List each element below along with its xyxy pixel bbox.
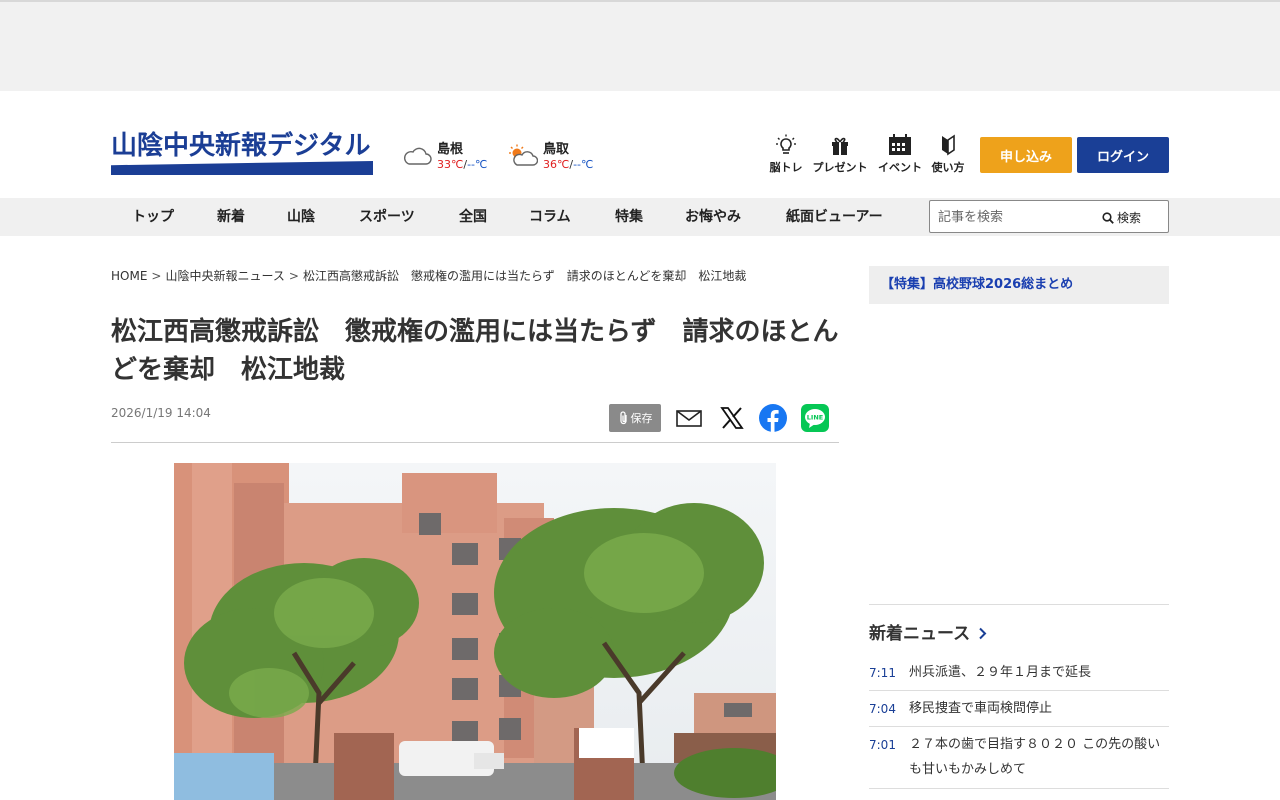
news-divider: [869, 690, 1169, 691]
sidebar-divider: [869, 604, 1169, 605]
news-time: 7:01: [869, 738, 896, 752]
article-date: 2026/1/19 14:04: [111, 406, 211, 420]
paperclip-icon: [619, 411, 627, 425]
latest-news-title: 新着ニュース: [869, 624, 971, 644]
ad-banner-area: [0, 0, 1280, 91]
nav-item-national[interactable]: 全国: [459, 198, 487, 236]
usage-link[interactable]: 使い方: [918, 134, 978, 178]
present-link[interactable]: プレゼント: [810, 134, 870, 178]
logo-text: 山陰中央新報デジタル: [111, 131, 371, 161]
x-icon[interactable]: [718, 404, 746, 432]
news-time: 7:04: [869, 702, 896, 716]
lightbulb-icon: [776, 134, 796, 154]
nav-item-viewer[interactable]: 紙面ビューアー: [786, 198, 883, 236]
breadcrumb-home[interactable]: HOME: [111, 269, 147, 283]
feature-link[interactable]: 【特集】高校野球2026総まとめ: [881, 266, 1073, 304]
weather-tottori[interactable]: 鳥取 36℃/--℃: [508, 138, 608, 178]
save-label: 保存: [630, 412, 653, 425]
nav-item-column[interactable]: コラム: [529, 198, 571, 236]
search-box: 検索: [929, 200, 1169, 233]
site-logo[interactable]: 山陰中央新報デジタル: [111, 131, 373, 177]
usage-label: 使い方: [931, 161, 965, 174]
chevron-right-icon: [979, 627, 987, 640]
news-headline[interactable]: 移民捜査で車両検問停止: [909, 696, 1167, 721]
weather-temps: 33℃/--℃: [437, 158, 488, 171]
nav-item-obituary[interactable]: お悔やみ: [685, 198, 741, 236]
logo-underline: [111, 161, 373, 175]
nav-item-new[interactable]: 新着: [217, 198, 245, 236]
beginner-mark-icon: [942, 134, 955, 156]
nou-tore-link[interactable]: 脳トレ: [756, 134, 816, 178]
present-label: プレゼント: [812, 161, 868, 174]
line-icon-label: LINE: [807, 414, 823, 422]
facebook-icon[interactable]: [759, 404, 787, 432]
nav-item-feature[interactable]: 特集: [615, 198, 643, 236]
news-divider: [869, 726, 1169, 727]
school-building-photo: [174, 463, 776, 800]
news-divider: [869, 788, 1169, 789]
weather-city: 島根: [437, 142, 464, 157]
feature-banner[interactable]: 【特集】高校野球2026総まとめ: [869, 266, 1169, 304]
breadcrumb-current: 松江西高懲戒訴訟 懲戒権の濫用には当たらず 請求のほとんどを棄却 松江地裁: [302, 269, 747, 283]
search-button[interactable]: 検索: [1102, 205, 1164, 229]
breadcrumb-separator: >: [288, 269, 299, 283]
weather-temps: 36℃/--℃: [543, 158, 594, 171]
weather-shimane[interactable]: 島根 33℃/--℃: [402, 138, 502, 178]
title-divider: [111, 442, 839, 443]
search-input[interactable]: [938, 206, 1098, 228]
gift-icon: [832, 137, 848, 155]
breadcrumb: HOME > 山陰中央新報ニュース > 松江西高懲戒訴訟 懲戒権の濫用には当たらず 請求…: [111, 267, 746, 284]
news-headline[interactable]: 州兵派遣、２９年１月まで延長: [909, 660, 1167, 685]
news-time: 7:11: [869, 666, 896, 680]
login-button[interactable]: ログイン: [1077, 137, 1169, 173]
sun-cloud-icon: [509, 144, 538, 166]
nav-item-top[interactable]: トップ: [132, 198, 174, 236]
save-button[interactable]: 保存: [609, 404, 661, 432]
news-headline[interactable]: ２７本の歯で目指す８０２０ この先の酸いも甘いもかみしめて: [909, 732, 1167, 782]
mail-icon[interactable]: [675, 404, 703, 432]
calendar-icon: [889, 134, 911, 155]
cloudy-icon: [403, 147, 432, 165]
nou-tore-label: 脳トレ: [769, 161, 803, 174]
apply-button[interactable]: 申し込み: [980, 137, 1072, 173]
breadcrumb-separator: >: [151, 269, 162, 283]
weather-city: 鳥取: [543, 142, 570, 157]
search-button-label: 検索: [1117, 210, 1142, 225]
breadcrumb-news[interactable]: 山陰中央新報ニュース: [165, 267, 284, 284]
article-photo[interactable]: [174, 463, 776, 800]
latest-news-heading[interactable]: 新着ニュース: [869, 619, 987, 644]
nav-item-sanin[interactable]: 山陰: [287, 198, 315, 236]
article-title: 松江西高懲戒訴訟 懲戒権の濫用には当たらず 請求のほとんどを棄却 松江地裁: [111, 317, 839, 385]
nav-item-sports[interactable]: スポーツ: [359, 198, 415, 236]
line-icon[interactable]: LINE: [801, 404, 829, 432]
search-icon: [1102, 211, 1114, 224]
